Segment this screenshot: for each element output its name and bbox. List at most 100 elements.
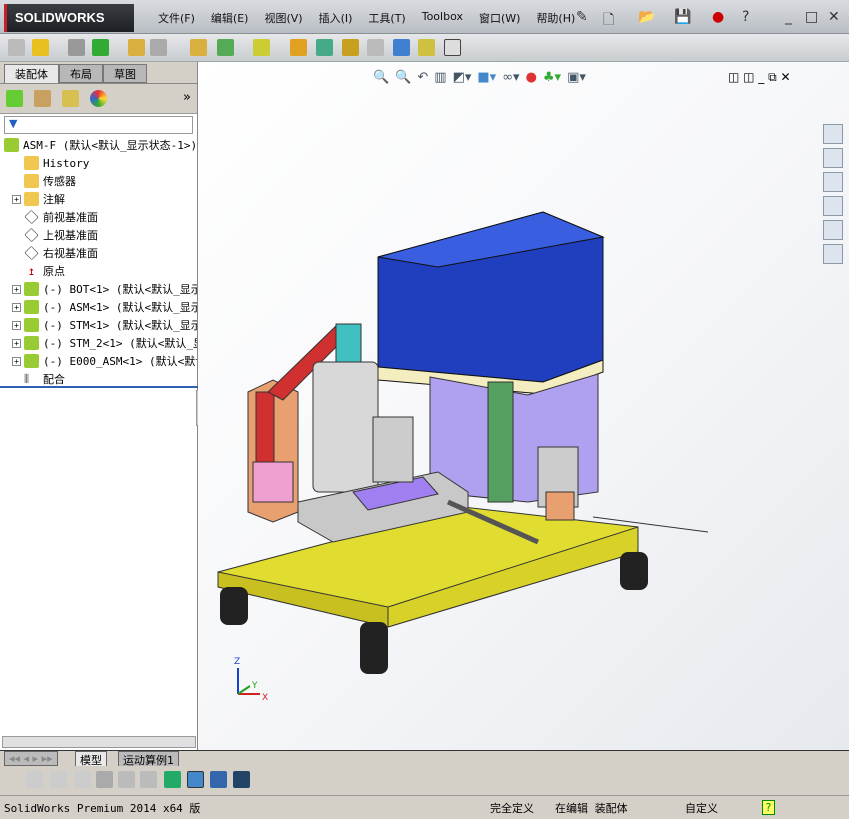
base-plate xyxy=(217,506,639,628)
tree-item-origin[interactable]: ↥ 原点 xyxy=(12,262,197,280)
new-file-icon[interactable]: 🗋 xyxy=(603,9,614,33)
table-icon[interactable] xyxy=(118,771,135,788)
tree-item-top-plane[interactable]: 上视基准面 xyxy=(12,226,197,244)
update-icon[interactable] xyxy=(418,39,435,56)
rebuild-light-icon[interactable]: ● xyxy=(712,9,724,25)
tree-item-component[interactable]: + (-) BOT<1> (默认<默认_显示状态-1>) xyxy=(12,280,197,298)
axis-y-label: Y xyxy=(251,681,258,691)
sensor-icon xyxy=(24,174,39,188)
tree-item-history[interactable]: History xyxy=(12,154,197,172)
tree-label: (-) BOT<1> (默认<默认_显示状态-1>) xyxy=(43,283,197,296)
linear-pattern-icon[interactable] xyxy=(92,39,109,56)
panel-splitter[interactable] xyxy=(0,386,198,388)
restore-icon[interactable]: □ xyxy=(805,9,818,25)
foot xyxy=(220,587,248,625)
expand-icon[interactable]: + xyxy=(12,320,21,330)
help-icon[interactable]: ? xyxy=(742,9,749,25)
plane-icon xyxy=(24,227,39,243)
tree-item-sensors[interactable]: 传感器 xyxy=(12,172,197,190)
expand-chevron-icon[interactable]: » xyxy=(183,90,191,105)
assembly-features-icon[interactable] xyxy=(217,39,234,56)
expand-icon[interactable]: + xyxy=(12,338,21,348)
render-icon[interactable] xyxy=(233,771,250,788)
assembly-model: Z Y X xyxy=(217,211,709,703)
expand-icon[interactable]: + xyxy=(12,194,21,204)
mates-icon: ⫴ xyxy=(24,372,30,386)
disabled-tool-icon[interactable] xyxy=(74,771,91,788)
tab-layout[interactable]: 布局 xyxy=(59,64,103,83)
tab-sketch[interactable]: 草图 xyxy=(103,64,147,83)
help-button[interactable]: ? xyxy=(762,800,775,815)
tree-root[interactable]: ASM-F (默认<默认_显示状态-1>) xyxy=(4,136,197,154)
list-icon[interactable] xyxy=(96,771,113,788)
tree-item-component[interactable]: + (-) ASM<1> (默认<默认_显示状态-1>) xyxy=(12,298,197,316)
display-manager-icon[interactable] xyxy=(90,90,107,107)
smart-fasteners-icon[interactable] xyxy=(128,39,145,56)
tree-item-annotations[interactable]: + 注解 xyxy=(12,190,197,208)
exploded-view-icon[interactable] xyxy=(342,39,359,56)
show-hidden-icon[interactable] xyxy=(190,39,207,56)
disabled-tool-icon[interactable] xyxy=(50,771,67,788)
menu-tools[interactable]: 工具(T) xyxy=(360,10,413,26)
insert-component-icon[interactable] xyxy=(32,39,49,56)
filter-field[interactable]: ▼ xyxy=(4,116,193,134)
plane-icon xyxy=(24,245,39,261)
reference-geometry-icon[interactable] xyxy=(253,39,270,56)
tree-label: 前视基准面 xyxy=(43,211,98,224)
mate-icon[interactable] xyxy=(68,39,85,56)
feature-manager-icon[interactable] xyxy=(6,90,23,107)
tree-label: (-) ASM<1> (默认<默认_显示状态-1>) xyxy=(43,301,197,314)
snapshot-icon[interactable] xyxy=(444,39,461,56)
edit-component-icon[interactable] xyxy=(8,39,25,56)
open-icon[interactable]: 📂 xyxy=(638,9,655,25)
move-component-icon[interactable] xyxy=(150,39,167,56)
menu-window[interactable]: 窗口(W) xyxy=(471,10,528,26)
menu-edit[interactable]: 编辑(E) xyxy=(203,10,257,26)
bill-of-materials-icon[interactable] xyxy=(316,39,333,56)
plane-icon xyxy=(24,209,39,225)
chart-icon[interactable] xyxy=(164,771,181,788)
tree-label: (-) E000_ASM<1> (默认<默认_显示状态-1>) xyxy=(43,355,197,368)
tree-label: (-) STM<1> (默认<默认_显示状态-1>) xyxy=(43,319,197,332)
graphics-viewport[interactable]: 🔍 🔍 ↶ ▥ ◩▾ ■▾ ∞▾ ● ♣▾ ▣▾ ◫ ◫ _ ⧉ ✕ Z Y X xyxy=(198,62,849,750)
tree-item-component[interactable]: + (-) STM<1> (默认<默认_显示状态-1>) xyxy=(12,316,197,334)
disabled-tool-icon[interactable] xyxy=(26,771,43,788)
tree-item-component[interactable]: + (-) STM_2<1> (默认<默认_显示状态-1>) xyxy=(12,334,197,352)
solidworks-logo[interactable]: SOLIDWORKS xyxy=(4,4,134,32)
tab-assembly[interactable]: 装配体 xyxy=(4,64,59,83)
expand-icon[interactable]: + xyxy=(12,302,21,312)
tree-label: ASM-F (默认<默认_显示状态-1>) xyxy=(23,139,197,152)
units-selector[interactable]: 自定义 xyxy=(685,800,718,816)
minimize-icon[interactable]: _ xyxy=(785,9,792,25)
tree-item-component[interactable]: + (-) E000_ASM<1> (默认<默认_显示状态-1>) xyxy=(12,352,197,370)
menu-insert[interactable]: 插入(I) xyxy=(311,10,361,26)
horizontal-scrollbar[interactable] xyxy=(2,736,196,748)
annotation-icon xyxy=(24,192,39,206)
configuration-manager-icon[interactable] xyxy=(62,90,79,107)
3d-view-icon[interactable] xyxy=(187,771,204,788)
small-cylinder xyxy=(372,416,414,483)
expand-icon[interactable]: + xyxy=(12,284,21,294)
logo-text: SOLIDWORKS xyxy=(15,10,105,25)
property-manager-icon[interactable] xyxy=(34,90,51,107)
pin-icon[interactable]: ✎ xyxy=(576,9,588,25)
align-icon[interactable] xyxy=(140,771,157,788)
tree-item-front-plane[interactable]: 前视基准面 xyxy=(12,208,197,226)
assembly-icon xyxy=(24,336,39,350)
save-icon[interactable]: 💾 xyxy=(674,9,691,25)
explode-line-icon[interactable] xyxy=(367,39,384,56)
product-version: SolidWorks Premium 2014 x64 版 xyxy=(4,802,201,815)
new-motion-study-icon[interactable] xyxy=(290,39,307,56)
manager-tabs: » xyxy=(0,84,197,114)
menu-file[interactable]: 文件(F) xyxy=(150,10,203,26)
menu-view[interactable]: 视图(V) xyxy=(256,10,310,26)
grid-icon[interactable] xyxy=(210,771,227,788)
assembly-icon xyxy=(24,354,39,368)
close-icon[interactable]: ✕ xyxy=(828,9,840,25)
tree-label: 右视基准面 xyxy=(43,247,98,260)
menu-toolbox[interactable]: Toolbox xyxy=(414,10,471,26)
tree-item-right-plane[interactable]: 右视基准面 xyxy=(12,244,197,262)
tab-scroll-buttons[interactable]: ◂◂ ◂ ▸ ▸▸ xyxy=(4,751,58,766)
instant3d-icon[interactable] xyxy=(393,39,410,56)
expand-icon[interactable]: + xyxy=(12,356,21,366)
